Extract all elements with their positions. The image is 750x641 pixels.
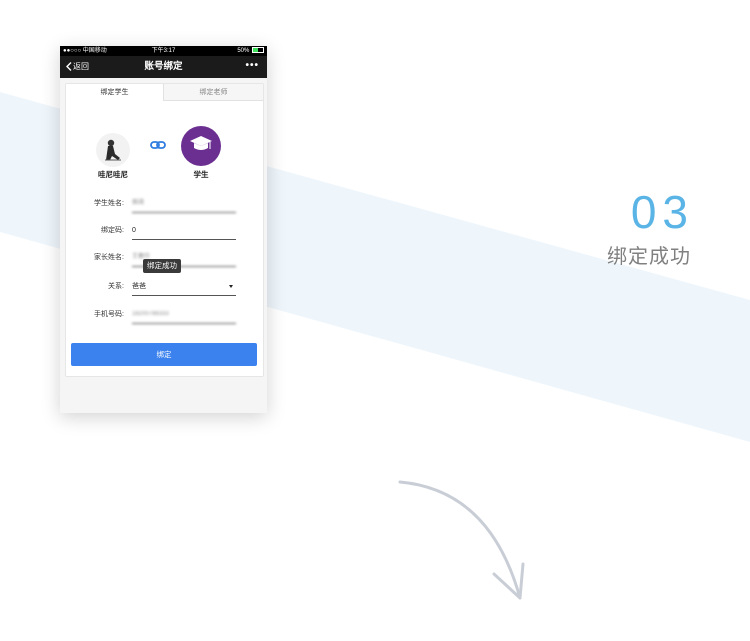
phone-mockup: ●●○○○ 中国移动 下午3:17 50% 返回 账号绑定 ••• 绑定学生 绑… (60, 46, 267, 413)
more-menu-button[interactable]: ••• (245, 56, 259, 76)
tab-bind-teacher[interactable]: 绑定老师 (163, 84, 263, 101)
tab-bar: 绑定学生 绑定老师 (66, 84, 263, 101)
bind-code-input[interactable]: 0 (132, 223, 236, 240)
tab-bind-student[interactable]: 绑定学生 (66, 84, 163, 101)
relation-row: 关系: 爸爸 (66, 279, 263, 299)
student-name-row: 学生姓名: 佩琦 (66, 196, 263, 216)
student-label: 学生 (193, 170, 209, 179)
status-time: 下午3:17 (151, 48, 176, 54)
success-toast: 绑定成功 (143, 259, 181, 273)
relation-label: 关系: (108, 283, 124, 290)
parent-name-label: 家长姓名: (94, 254, 124, 261)
battery-indicator: 50% (237, 46, 264, 56)
bind-code-label: 绑定码: (101, 227, 124, 234)
page-title: 账号绑定 (144, 61, 183, 72)
phone-label: 手机号码: (94, 311, 124, 318)
student-name-label: 学生姓名: (94, 200, 124, 207)
dropdown-caret-icon (229, 285, 233, 288)
battery-label: 50% (237, 48, 250, 54)
link-icon (150, 141, 166, 149)
step-number: 03 (630, 186, 694, 238)
student-name-input[interactable]: 佩琦 (132, 196, 236, 213)
nav-bar: 返回 账号绑定 ••• (60, 56, 267, 78)
user-avatar (96, 133, 130, 167)
phone-input[interactable]: 18200788333 (132, 307, 236, 324)
graduation-cap-icon (190, 136, 212, 150)
binding-card: 绑定学生 绑定老师 哇尼哇尼 学生 学生姓名: 佩琦 绑定码: 0 家长姓名: … (65, 83, 264, 377)
phone-row: 手机号码: 18200788333 (66, 307, 263, 327)
relation-value: 爸爸 (132, 283, 146, 290)
bind-code-row: 绑定码: 0 (66, 223, 263, 243)
battery-icon (252, 47, 264, 54)
relation-select[interactable]: 爸爸 (132, 279, 236, 296)
curved-arrow-down-icon (398, 480, 525, 600)
bind-button[interactable]: 绑定 (71, 343, 257, 366)
step-title: 绑定成功 (607, 246, 691, 268)
status-bar: ●●○○○ 中国移动 下午3:17 50% (60, 46, 267, 56)
student-avatar (181, 126, 221, 166)
user-name: 哇尼哇尼 (98, 170, 128, 179)
person-sitting-icon (105, 139, 121, 161)
